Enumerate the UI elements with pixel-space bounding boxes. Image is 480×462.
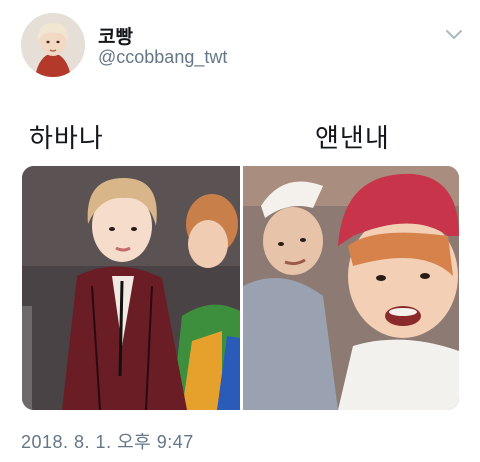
photo-right[interactable] [243,166,459,410]
avatar-image [21,13,85,77]
photo-left[interactable] [22,166,240,410]
display-name[interactable]: 코빵 [98,22,133,49]
photo-right-image [243,166,459,410]
caption-right: 얜낸내 [315,123,390,153]
profile-avatar[interactable] [21,13,85,77]
photo-left-image [22,166,240,410]
chevron-down-icon[interactable] [444,28,464,42]
tweet-timestamp[interactable]: 2018. 8. 1. 오후 9:47 [21,428,194,454]
caption-left: 하바나 [29,123,104,153]
user-handle[interactable]: @ccobbang_twt [98,47,227,68]
